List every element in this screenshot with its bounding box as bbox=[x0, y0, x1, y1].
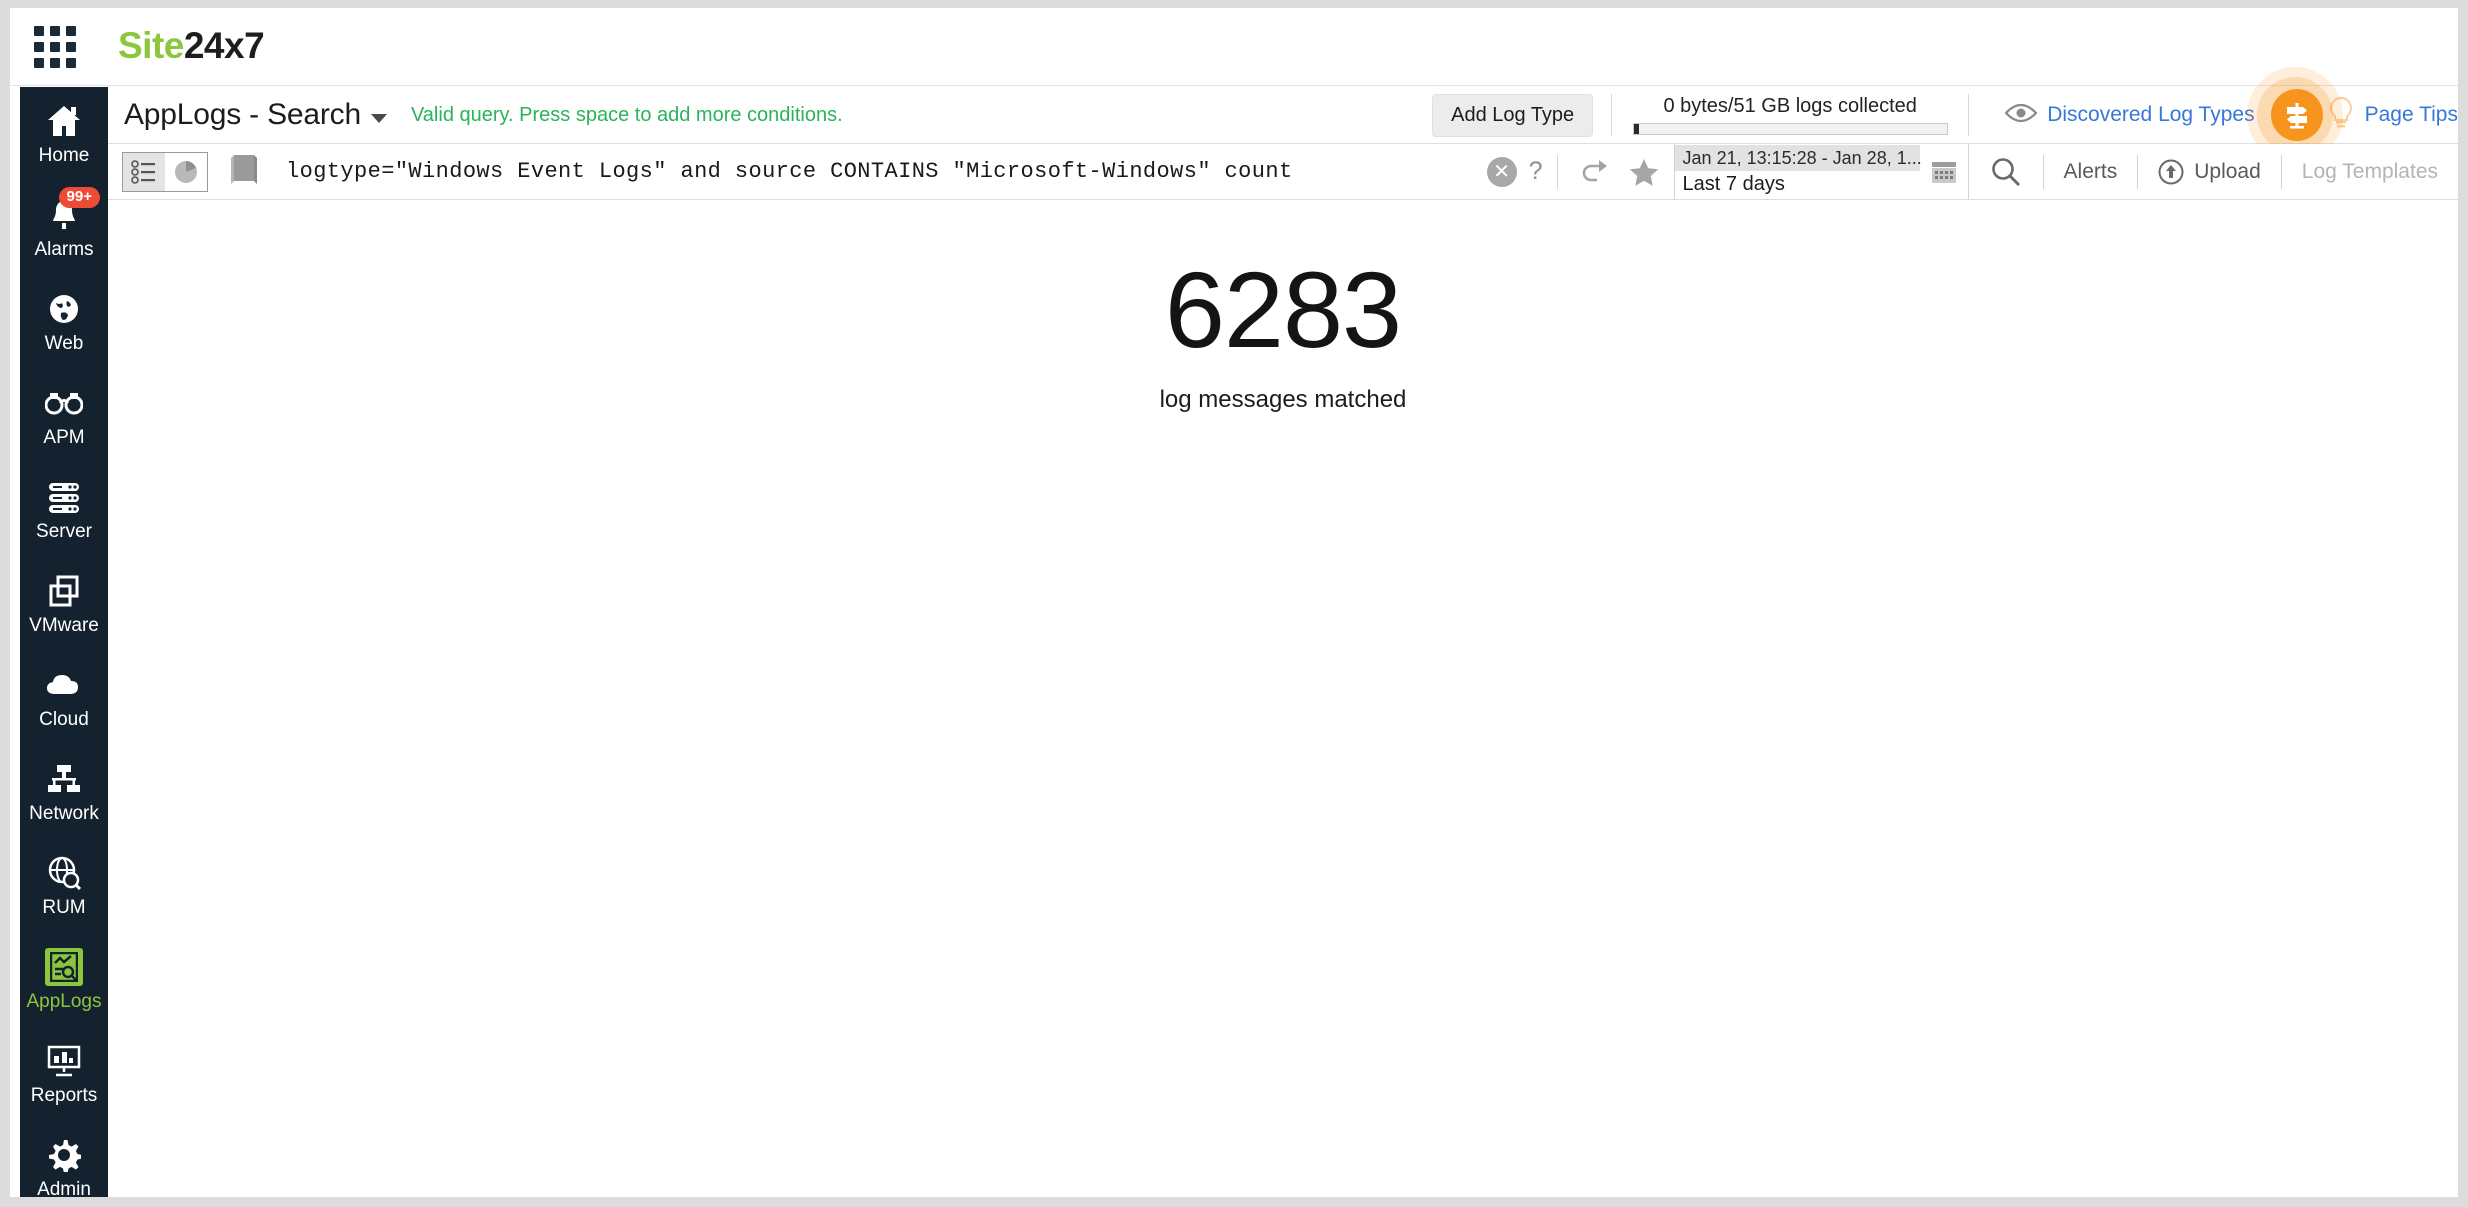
clear-circle-icon[interactable]: ✕ bbox=[1487, 157, 1517, 187]
gear-icon bbox=[44, 1135, 84, 1175]
sidebar-item-server[interactable]: Server bbox=[20, 463, 108, 557]
applogs-icon bbox=[44, 947, 84, 987]
bell-icon: 99+ bbox=[44, 195, 84, 235]
page-tips-group: Page Tips bbox=[2271, 89, 2458, 141]
date-range-absolute: Jan 21, 13:15:28 - Jan 28, 1... bbox=[1675, 145, 1920, 171]
list-view-icon[interactable] bbox=[123, 153, 165, 191]
page-title: AppLogs - Search bbox=[124, 98, 361, 132]
sidebar-item-label: VMware bbox=[29, 615, 99, 637]
query-validation-message: Valid query. Press space to add more con… bbox=[411, 104, 843, 127]
date-range-picker[interactable]: Jan 21, 13:15:28 - Jan 28, 1... Last 7 d… bbox=[1674, 144, 1969, 199]
logs-collected-progressbar bbox=[1633, 123, 1948, 135]
sidebar-item-label: AppLogs bbox=[26, 991, 101, 1013]
sidebar-item-label: Admin bbox=[37, 1179, 91, 1197]
pie-chart-icon[interactable] bbox=[165, 153, 207, 191]
home-icon bbox=[44, 101, 84, 141]
matched-count: 6283 bbox=[1165, 250, 1401, 370]
divider bbox=[1557, 155, 1558, 189]
binoculars-icon bbox=[44, 383, 84, 423]
chevron-down-icon[interactable] bbox=[371, 114, 387, 123]
main-panel: AppLogs - Search Valid query. Press spac… bbox=[108, 87, 2458, 1197]
share-icon[interactable] bbox=[1581, 158, 1611, 186]
upload-button[interactable]: Upload bbox=[2137, 155, 2281, 189]
view-toggle-group bbox=[122, 152, 208, 192]
page-tips-link[interactable]: Page Tips bbox=[2365, 103, 2458, 127]
notebook-icon[interactable] bbox=[230, 153, 258, 190]
server-rack-icon bbox=[44, 477, 84, 517]
sidebar-item-label: APM bbox=[43, 427, 84, 449]
alerts-link[interactable]: Alerts bbox=[2043, 155, 2138, 189]
app-page: Site24x7 Home 99+ Alarms Web bbox=[10, 8, 2458, 1197]
sidebar-item-vmware[interactable]: VMware bbox=[20, 557, 108, 651]
signpost-icon[interactable] bbox=[2271, 89, 2323, 141]
sidebar-item-label: Alarms bbox=[34, 239, 93, 261]
cloud-icon bbox=[44, 665, 84, 705]
query-toolbar-actions: ✕ ? Jan 21, 13:15:28 - Jan 28, 1... Last… bbox=[1487, 144, 2458, 199]
sidebar-item-label: Network bbox=[29, 803, 99, 825]
log-templates-link: Log Templates bbox=[2281, 155, 2458, 189]
sidebar-item-home[interactable]: Home bbox=[20, 87, 108, 181]
help-icon[interactable]: ? bbox=[1529, 157, 1543, 186]
sidebar-item-network[interactable]: Network bbox=[20, 745, 108, 839]
matched-count-caption: log messages matched bbox=[1160, 386, 1407, 414]
logs-collected-meter: 0 bytes/51 GB logs collected bbox=[1630, 95, 1950, 135]
search-query-input[interactable]: logtype="Windows Event Logs" and source … bbox=[286, 159, 1293, 184]
brand-bar: Site24x7 bbox=[10, 8, 2458, 86]
globe-icon bbox=[44, 289, 84, 329]
presentation-chart-icon bbox=[44, 1041, 84, 1081]
sidebar-item-label: Server bbox=[36, 521, 92, 543]
divider bbox=[1611, 94, 1612, 136]
discovered-log-types-link[interactable]: Discovered Log Types bbox=[2047, 103, 2254, 127]
date-range-preset: Last 7 days bbox=[1675, 171, 1920, 198]
layers-icon bbox=[44, 571, 84, 611]
apps-grid-icon[interactable] bbox=[34, 26, 76, 68]
sidebar-item-label: RUM bbox=[42, 897, 85, 919]
sidebar-item-applogs[interactable]: AppLogs bbox=[20, 933, 108, 1027]
brand-name-dark: 24x7 bbox=[184, 25, 264, 66]
sidebar-item-cloud[interactable]: Cloud bbox=[20, 651, 108, 745]
globe-search-icon bbox=[44, 853, 84, 893]
sidebar-item-web[interactable]: Web bbox=[20, 275, 108, 369]
search-results: 6283 log messages matched bbox=[108, 200, 2458, 414]
query-toolbar: logtype="Windows Event Logs" and source … bbox=[108, 144, 2458, 200]
sidebar-item-label: Web bbox=[45, 333, 84, 355]
sidebar-item-label: Home bbox=[39, 145, 90, 167]
network-nodes-icon bbox=[44, 759, 84, 799]
sidebar-item-admin[interactable]: Admin bbox=[20, 1121, 108, 1197]
divider bbox=[1968, 94, 1969, 136]
lightbulb-icon bbox=[2327, 96, 2355, 135]
date-range-text: Jan 21, 13:15:28 - Jan 28, 1... Last 7 d… bbox=[1675, 144, 1920, 199]
sidebar-item-apm[interactable]: APM bbox=[20, 369, 108, 463]
sidebar-item-alarms[interactable]: 99+ Alarms bbox=[20, 181, 108, 275]
star-icon[interactable] bbox=[1629, 158, 1659, 186]
upload-label: Upload bbox=[2194, 160, 2261, 184]
calendar-icon[interactable] bbox=[1920, 144, 1968, 199]
brand-logo[interactable]: Site24x7 bbox=[118, 22, 264, 70]
search-icon[interactable] bbox=[1969, 157, 2043, 187]
brand-name-green: Site bbox=[118, 25, 184, 66]
header-actions: Add Log Type 0 bytes/51 GB logs collecte… bbox=[1432, 87, 2458, 143]
sidebar-item-label: Cloud bbox=[39, 709, 89, 731]
logs-collected-label: 0 bytes/51 GB logs collected bbox=[1663, 95, 1916, 118]
sidebar-item-rum[interactable]: RUM bbox=[20, 839, 108, 933]
eye-icon[interactable] bbox=[2005, 103, 2037, 128]
sidebar-item-label: Reports bbox=[31, 1085, 98, 1107]
add-log-type-button[interactable]: Add Log Type bbox=[1432, 94, 1593, 137]
primary-sidebar: Home 99+ Alarms Web APM bbox=[20, 87, 108, 1197]
alarms-badge: 99+ bbox=[59, 187, 100, 208]
upload-circle-icon bbox=[2158, 159, 2184, 185]
sidebar-item-reports[interactable]: Reports bbox=[20, 1027, 108, 1121]
page-header: AppLogs - Search Valid query. Press spac… bbox=[108, 87, 2458, 144]
